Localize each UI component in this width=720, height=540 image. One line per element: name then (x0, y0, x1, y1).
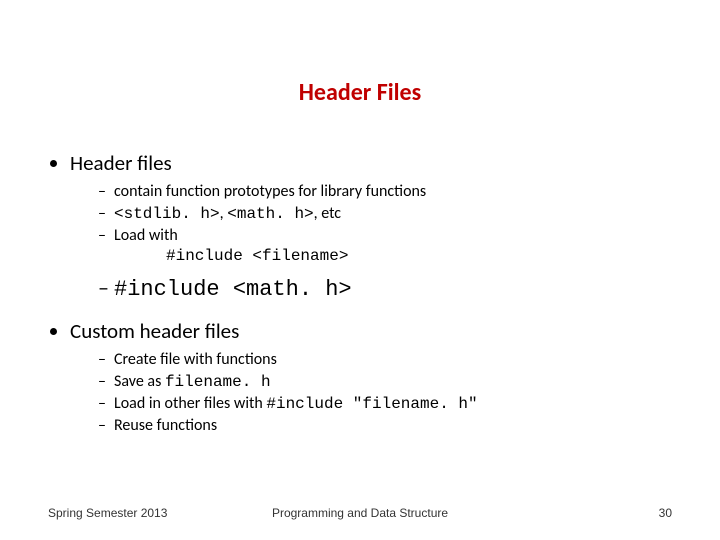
footer-center: Programming and Data Structure (48, 506, 672, 520)
sub-item-large: #include <math. h> (98, 274, 672, 304)
sub-list: Create file with functions Save as filen… (70, 350, 672, 436)
sub-text: contain function prototypes for library … (114, 182, 426, 201)
sub-text: Reuse functions (114, 416, 217, 435)
code-text: <math. h> (227, 205, 313, 223)
bullet-custom-header-files: Custom header files Create file with fun… (70, 318, 672, 436)
sub-text: Load in other files with (114, 394, 266, 413)
slide-number: 30 (659, 506, 672, 520)
code-text: filename. h (165, 373, 271, 391)
sub-item: Create file with functions (98, 350, 672, 370)
sub-text: Load with (114, 226, 178, 245)
sub-item: Load with #include <filename> (98, 226, 672, 266)
bullet-header-files: Header files contain function prototypes… (70, 150, 672, 304)
sub-item: Save as filename. h (98, 372, 672, 392)
slide-title: Header Files (0, 78, 720, 107)
code-text: #include <filename> (114, 246, 672, 266)
sub-item: Reuse functions (98, 416, 672, 436)
bullet-text: Header files (70, 150, 172, 176)
code-text: <stdlib. h> (114, 205, 220, 223)
sub-list: contain function prototypes for library … (70, 182, 672, 304)
sub-item: contain function prototypes for library … (98, 182, 672, 202)
code-text: #include "filename. h" (266, 395, 477, 413)
bullet-list: Header files contain function prototypes… (48, 150, 672, 436)
slide-body: Header files contain function prototypes… (48, 150, 672, 450)
bullet-text: Custom header files (70, 318, 239, 344)
code-text: #include <math. h> (114, 277, 352, 302)
slide: Header Files Header files contain functi… (0, 0, 720, 540)
sub-text: , etc (314, 204, 341, 223)
sub-item: Load in other files with #include "filen… (98, 394, 672, 414)
sub-text: Save as (114, 372, 165, 391)
sub-item: <stdlib. h>, <math. h>, etc (98, 204, 672, 224)
sub-text: Create file with functions (114, 350, 277, 369)
